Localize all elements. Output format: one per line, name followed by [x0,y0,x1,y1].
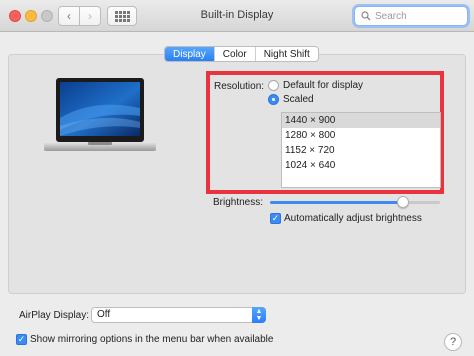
close-window-button[interactable] [9,10,21,22]
title-bar: ‹ › Built-in Display Search [0,0,474,32]
radio-default-label: Default for display [283,80,364,91]
zoom-window-button[interactable] [41,10,53,22]
tab-display[interactable]: Display [165,47,215,61]
airplay-select-value: Off [97,309,111,320]
auto-brightness-label: Automatically adjust brightness [284,213,422,224]
brightness-slider[interactable] [270,196,440,208]
tab-color[interactable]: Color [215,47,256,61]
resolution-list: 1440 × 900 1280 × 800 1152 × 720 1024 × … [281,112,441,188]
resolution-option[interactable]: 1152 × 720 [282,143,440,158]
tab-night-shift[interactable]: Night Shift [256,47,318,61]
brightness-slider-fill [270,201,403,204]
search-field[interactable]: Search [354,6,468,26]
auto-brightness-checkbox[interactable]: ✓ [270,213,281,224]
radio-scaled[interactable] [268,94,279,105]
brightness-label: Brightness: [213,197,264,208]
airplay-display-select[interactable]: Off ▲ ▼ [91,307,266,323]
search-icon [361,11,371,21]
search-placeholder: Search [375,10,407,22]
window-title: Built-in Display [200,9,274,21]
tab-bar: Display Color Night Shift [164,46,319,62]
system-preferences-window: ‹ › Built-in Display Search Display Colo… [0,0,474,356]
resolution-option[interactable]: 1440 × 900 [282,113,440,128]
brightness-slider-knob[interactable] [396,196,409,208]
resolution-option[interactable]: 1024 × 640 [282,158,440,173]
show-all-button[interactable] [107,6,137,26]
chevron-left-icon: ‹ [67,9,71,23]
help-button[interactable]: ? [444,333,462,351]
minimize-window-button[interactable] [25,10,37,22]
radio-scaled-label: Scaled [283,94,314,105]
laptop-image [44,78,156,151]
chevron-right-icon: › [88,9,92,23]
resolution-label: Resolution: [214,81,265,92]
airplay-label: AirPlay Display: [19,310,90,321]
forward-button[interactable]: › [79,6,101,26]
mirroring-checkbox[interactable]: ✓ [16,334,27,345]
radio-default-for-display[interactable] [268,80,279,91]
back-button[interactable]: ‹ [58,6,80,26]
resolution-option[interactable]: 1280 × 800 [282,128,440,143]
updown-chevron-icon: ▲ ▼ [252,307,266,323]
mirroring-label: Show mirroring options in the menu bar w… [30,334,274,345]
